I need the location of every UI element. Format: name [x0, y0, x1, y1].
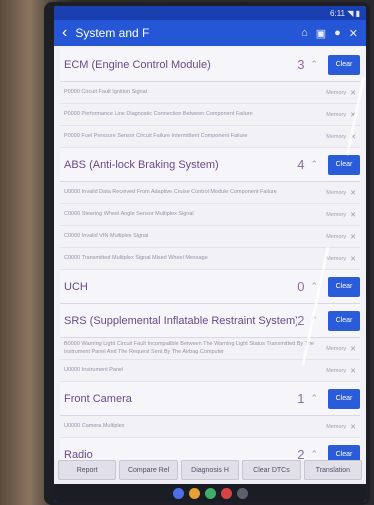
app-icon[interactable]: [172, 487, 184, 499]
app-icon[interactable]: [188, 487, 200, 499]
dtc-status: Memory: [326, 189, 347, 196]
clear-module-button[interactable]: Clear: [328, 276, 360, 297]
chevron-up-icon[interactable]: ⌃: [310, 393, 318, 404]
dtc-status: Memory: [326, 211, 347, 218]
dtc-description: C0000 Transmitted Multiplex Signal Mixed…: [64, 254, 208, 261]
module-name: ABS (Anti-lock Braking System): [64, 158, 219, 171]
clear-module-button[interactable]: Clear: [328, 388, 360, 409]
close-icon[interactable]: ✕: [350, 367, 356, 375]
close-icon[interactable]: ✕: [350, 345, 356, 353]
dtc-description: U0000 Invalid Data Received From Adaptiv…: [64, 188, 277, 195]
clear-module-button[interactable]: Clear: [328, 54, 360, 75]
module-header[interactable]: ECM (Engine Control Module) 3 ⌃ Clear: [60, 48, 360, 82]
toolbar-button[interactable]: Clear DTCs: [242, 460, 301, 480]
dtc-row[interactable]: U0000 Camera Multiplex Memory ✕: [60, 416, 360, 438]
status-text: 6:11 ◥ ▮: [330, 8, 360, 18]
app-icon[interactable]: [220, 487, 232, 499]
status-bar: 6:11 ◥ ▮: [54, 6, 366, 20]
dtc-status: Memory: [326, 423, 347, 430]
dtc-status: Memory: [326, 233, 347, 240]
dtc-row[interactable]: U0000 Instrument Panel Memory ✕: [60, 360, 360, 382]
module-name: UCH: [64, 280, 88, 293]
dtc-description: U0000 Camera Multiplex: [64, 422, 125, 429]
print-icon[interactable]: ▣: [316, 27, 326, 40]
dtc-status: Memory: [326, 367, 347, 374]
dtc-status: Memory: [326, 345, 347, 352]
close-icon[interactable]: ✕: [350, 189, 356, 197]
module-list: ECM (Engine Control Module) 3 ⌃ Clear P0000 …: [54, 46, 366, 496]
toolbar-button[interactable]: Compare Rel: [119, 460, 178, 480]
module-name: ECM (Engine Control Module): [64, 58, 211, 71]
dtc-count: 3: [297, 57, 305, 72]
diagnostic-screen: 6:11 ◥ ▮ ‹ System and F ⌂ ▣ ● ✕ ECM (Eng…: [54, 6, 366, 502]
dtc-description: P0000 Performance Line Diagnostic Connec…: [64, 110, 253, 117]
app-bar: ‹ System and F ⌂ ▣ ● ✕: [54, 20, 366, 46]
dtc-description: C0000 Invalid VIN Multiplex Signal: [64, 232, 149, 239]
home-icon[interactable]: ⌂: [301, 27, 308, 39]
dtc-count: 0: [297, 279, 305, 294]
dtc-count: 1: [297, 391, 305, 406]
dtc-status: Memory: [326, 111, 347, 118]
dtc-row[interactable]: P0000 Circuit Fault Ignition Signal Memor…: [60, 82, 360, 104]
module-name: Radio: [64, 448, 93, 461]
close-icon[interactable]: ✕: [349, 27, 358, 40]
dtc-description: C0000 Steering Wheel Angle Sensor Multip…: [64, 210, 194, 217]
close-icon[interactable]: ✕: [350, 89, 356, 97]
app-icon[interactable]: [204, 487, 216, 499]
clear-module-button[interactable]: Clear: [328, 310, 360, 331]
dtc-row[interactable]: C0000 Transmitted Multiplex Signal Mixed…: [60, 248, 360, 270]
dtc-count: 2: [297, 313, 305, 328]
close-icon[interactable]: ✕: [350, 211, 356, 219]
close-icon[interactable]: ✕: [350, 233, 356, 241]
dtc-description: P0000 Circuit Fault Ignition Signal: [64, 88, 147, 95]
dtc-description: P0000 Fuel Pressure Sensor Circuit Failu…: [64, 132, 248, 139]
person-icon[interactable]: ●: [334, 27, 341, 39]
dtc-status: Memory: [326, 89, 347, 96]
toolbar-button[interactable]: Report: [58, 460, 117, 480]
module-name: SRS (Supplemental Inflatable Restraint S…: [64, 314, 298, 327]
close-icon[interactable]: ✕: [350, 423, 356, 431]
module-header[interactable]: ABS (Anti-lock Braking System) 4 ⌃ Clear: [60, 148, 360, 182]
dtc-row[interactable]: B0000 Warning Light Circuit Fault Incomp…: [60, 338, 360, 360]
toolbar-button[interactable]: Diagnosis H: [180, 460, 240, 480]
page-title: System and F: [75, 26, 150, 40]
dtc-status: Memory: [326, 133, 347, 140]
dtc-row[interactable]: U0000 Invalid Data Received From Adaptiv…: [60, 182, 360, 204]
bottom-toolbar: Report Compare Rel Diagnosis H Clear DTCs Tr…: [54, 460, 366, 484]
module-name: Front Camera: [64, 392, 132, 405]
dtc-row[interactable]: P0000 Fuel Pressure Sensor Circuit Failu…: [60, 126, 360, 148]
dtc-description: B0000 Warning Light Circuit Fault Incomp…: [64, 341, 315, 355]
dtc-row[interactable]: C0000 Steering Wheel Angle Sensor Multip…: [60, 204, 360, 226]
chevron-up-icon[interactable]: ⌃: [310, 159, 318, 170]
chevron-up-icon[interactable]: ⌃: [310, 59, 318, 70]
back-arrow-icon[interactable]: ‹: [62, 25, 67, 41]
toolbar-button[interactable]: Translation: [303, 460, 363, 480]
android-nav-bar: [54, 484, 366, 502]
close-icon[interactable]: ✕: [350, 255, 356, 263]
module-header[interactable]: Front Camera 1 ⌃ Clear: [60, 382, 360, 416]
app-icon[interactable]: [236, 487, 248, 499]
dtc-status: Memory: [326, 255, 347, 262]
dtc-row[interactable]: C0000 Invalid VIN Multiplex Signal Memory…: [60, 226, 360, 248]
dtc-row[interactable]: P0000 Performance Line Diagnostic Connec…: [60, 104, 360, 126]
clear-module-button[interactable]: Clear: [328, 154, 360, 175]
chevron-up-icon[interactable]: ⌃: [310, 449, 318, 460]
dtc-description: U0000 Instrument Panel: [64, 366, 124, 373]
dtc-count: 4: [297, 157, 305, 172]
